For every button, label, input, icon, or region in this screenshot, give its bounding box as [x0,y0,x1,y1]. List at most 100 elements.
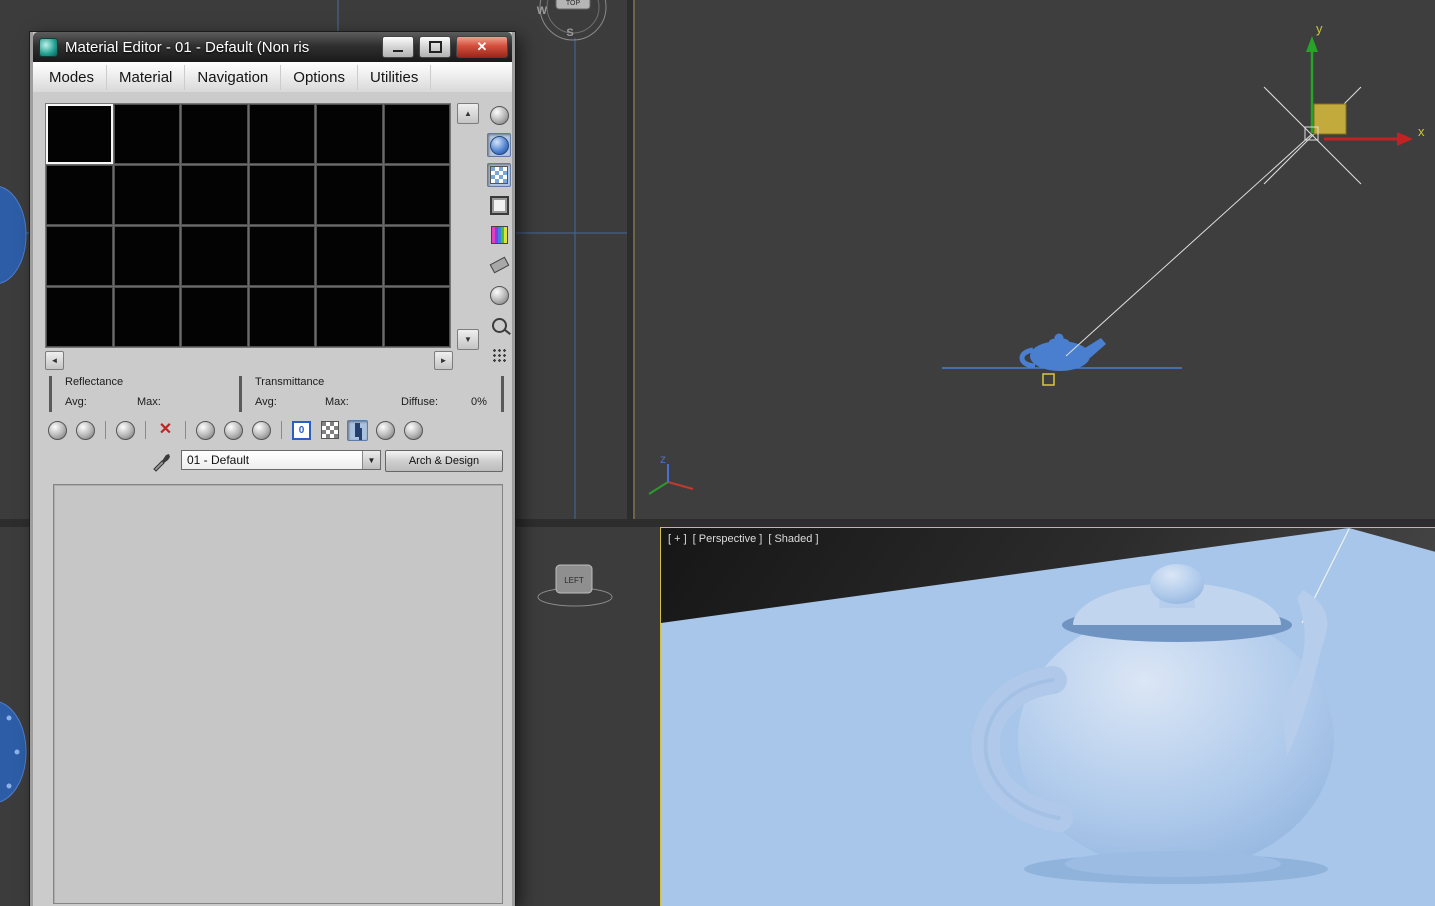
left-viewport-gizmo[interactable]: LEFT [537,564,613,607]
menu-options[interactable]: Options [281,64,358,90]
slots-scroll-up-button[interactable]: ▲ [457,103,479,124]
vertex-dot [6,783,12,789]
sample-slot[interactable] [316,287,383,347]
transform-gizmo[interactable]: y x [1304,21,1425,146]
viewport-menu-pov[interactable]: [ Perspective ] [693,533,763,545]
viewport-menu-general[interactable]: [ + ] [668,533,687,545]
material-name-dropdown[interactable]: 01 - Default ▼ [181,450,381,470]
background-icon[interactable] [487,163,511,187]
sample-type-icon[interactable] [487,103,511,127]
material-map-navigator-icon[interactable] [487,343,511,367]
get-material-icon[interactable] [47,420,68,441]
maximize-button[interactable] [419,36,451,58]
sample-slot[interactable] [248,287,315,347]
titlebar[interactable]: Material Editor - 01 - Default (Non ris … [33,32,512,62]
material-id-channel-icon[interactable]: 0 [291,420,312,441]
stats-divider [239,376,242,412]
square-glyph [489,195,509,215]
sample-slot[interactable] [113,226,180,286]
minimize-button[interactable] [382,36,414,58]
sample-slot[interactable] [181,226,248,286]
menu-modes[interactable]: Modes [37,64,108,90]
sample-slot[interactable] [383,287,450,347]
sample-slot[interactable] [248,226,315,286]
sample-slot[interactable] [316,104,383,164]
pivot-marker[interactable] [1042,373,1055,386]
slots-scroll-left-button[interactable]: ◄ [45,351,64,370]
video-color-check-icon[interactable] [487,223,511,247]
sample-slot[interactable] [46,287,113,347]
close-button[interactable]: ✕ [456,36,508,58]
sample-slot[interactable] [248,165,315,225]
menubar: Modes Material Navigation Options Utilit… [33,62,512,93]
viewport-menu-shading[interactable]: [ Shaded ] [768,533,818,545]
grid-glyph [491,347,507,363]
maximize-icon [428,41,442,53]
compass-west-label[interactable]: W [537,5,548,17]
viewport-perspective[interactable]: [ + ] [ Perspective ] [ Shaded ] [660,527,1435,906]
select-by-material-icon[interactable] [487,313,511,337]
vertex-dot [6,715,12,721]
make-preview-icon[interactable] [487,253,511,277]
sample-slot[interactable] [181,104,248,164]
show-end-result-icon[interactable] [347,419,368,441]
dropdown-arrow-icon[interactable]: ▼ [362,451,380,469]
sphere-glyph [76,420,95,440]
toolbar-separator [145,421,146,439]
options-icon[interactable] [487,283,511,307]
make-unique-icon[interactable] [223,420,244,441]
backlight-icon[interactable] [487,133,511,157]
x-axis-arrow[interactable] [1397,132,1413,146]
menu-material[interactable]: Material [107,64,186,90]
colorbars-glyph [490,226,508,244]
put-material-to-scene-icon[interactable] [75,420,96,441]
sphere-glyph [224,420,243,440]
go-forward-to-sibling-icon[interactable] [403,420,424,441]
sample-slot[interactable] [316,165,383,225]
toolbar-separator [281,421,282,439]
viewport-top[interactable]: y x z [633,0,1435,519]
viewcube-compass[interactable]: TOP W S [537,0,607,41]
make-material-copy-icon[interactable] [195,420,216,441]
sample-slot[interactable] [46,165,113,225]
pick-material-eyedropper-icon[interactable] [151,450,173,472]
stats-divider [49,376,52,412]
compass-south-label[interactable]: S [566,27,573,39]
sample-slot[interactable] [316,226,383,286]
teapot-wireframe[interactable] [1019,333,1106,372]
slots-scroll-right-button[interactable]: ► [434,351,453,370]
sample-slot[interactable] [248,104,315,164]
put-to-library-icon[interactable] [251,420,272,441]
sample-slot[interactable] [383,104,450,164]
diffuse-value: 0% [471,396,487,408]
sample-slot[interactable] [113,104,180,164]
sample-slot[interactable] [383,165,450,225]
sample-slot[interactable] [46,104,113,164]
reset-map-icon[interactable]: ✕ [155,420,176,441]
magnifier-glyph [491,317,507,333]
menu-utilities[interactable]: Utilities [358,64,432,90]
menu-navigation[interactable]: Navigation [185,64,282,90]
sample-slot[interactable] [181,287,248,347]
transmittance-max-label: Max: [325,396,349,408]
material-type-button[interactable]: Arch & Design [385,450,503,472]
go-to-parent-icon[interactable] [375,420,396,441]
slots-scroll-down-button[interactable]: ▼ [457,329,479,350]
y-axis-arrow[interactable] [1306,36,1318,52]
material-editor-window: Material Editor - 01 - Default (Non ris … [30,32,515,906]
sample-slot[interactable] [181,165,248,225]
viewcube-top-label[interactable]: TOP [566,0,581,7]
gizmo-plane-handle[interactable] [1313,103,1347,135]
sphere-glyph [48,420,67,440]
sample-slot[interactable] [113,165,180,225]
material-name-row: 01 - Default ▼ Arch & Design [33,450,512,474]
reflectance-avg-label: Avg: [65,396,87,408]
sample-slot[interactable] [46,226,113,286]
transmittance-label: Transmittance [255,376,325,388]
assign-material-to-selection-icon[interactable] [115,420,136,441]
sample-slot[interactable] [113,287,180,347]
show-map-in-viewport-icon[interactable] [319,420,340,441]
sample-uv-tiling-icon[interactable] [487,193,511,217]
3dsmax-logo-icon [39,37,58,57]
sample-slot[interactable] [383,226,450,286]
